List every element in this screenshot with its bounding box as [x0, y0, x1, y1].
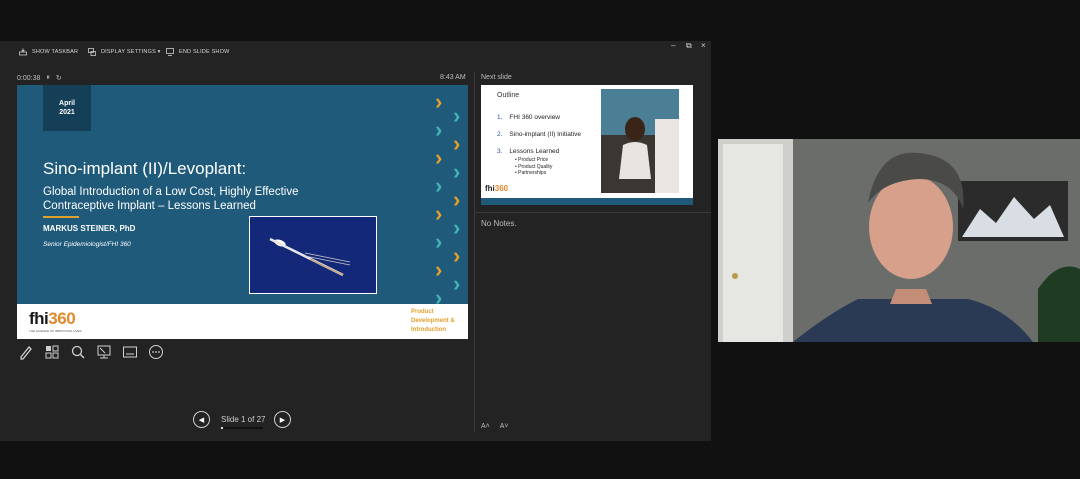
end-show-icon [166, 48, 174, 56]
notes-divider [475, 212, 711, 213]
display-icon [88, 48, 96, 56]
slide-counter[interactable]: Slide 1 of 27 [221, 415, 265, 424]
chevron-icon: › [435, 89, 443, 114]
chevron-icon: › [435, 201, 443, 226]
pointer-screen-icon[interactable] [96, 344, 112, 360]
chevron-icon: › [435, 229, 443, 254]
logo-fhi: fhi [29, 309, 49, 328]
presenter-tools [18, 344, 164, 360]
slide-rule [43, 216, 79, 218]
girl-photo [601, 89, 679, 193]
display-settings-button[interactable]: DISPLAY SETTINGS ▾ [88, 48, 161, 56]
outline-subitems: • Product Price • Product Quality • Part… [515, 157, 581, 177]
next-slide-logo: fhi360 [485, 184, 508, 193]
chevron-icon: › [453, 187, 461, 212]
next-slide-photo [601, 89, 679, 193]
slide-date-year: 2021 [59, 109, 75, 116]
slide-progress-fill [221, 427, 223, 429]
slide-author: MARKUS STEINER, PhD [43, 224, 136, 233]
chevron-icon: › [453, 243, 461, 268]
fhi360-logo: fhi360 [29, 309, 76, 329]
outline-num: 1. [497, 114, 503, 121]
slide-date-box: April 2021 [43, 85, 91, 131]
show-taskbar-label: SHOW TASKBAR [32, 49, 79, 55]
reset-timer-icon[interactable]: ↻ [56, 74, 62, 82]
next-slide-title: Outline [497, 92, 520, 99]
implant-photo [249, 216, 377, 294]
slides-grid-icon[interactable] [44, 344, 60, 360]
pause-timer-icon[interactable]: ⏸ [46, 74, 50, 82]
outline-text: Sino-implant (II) Initiative [509, 131, 581, 138]
show-taskbar-button[interactable]: SHOW TASKBAR [19, 48, 78, 56]
presenter-view: SHOW TASKBAR DISPLAY SETTINGS ▾ END SLID… [0, 41, 711, 441]
outline-num: 2. [497, 131, 503, 138]
slide-navigation: ◀ Slide 1 of 27 ▶ [186, 411, 306, 431]
chevron-icon: › [435, 285, 443, 310]
end-slide-show-button[interactable]: END SLIDE SHOW [166, 48, 229, 56]
timer-elapsed: 0:00:38 [17, 74, 41, 82]
ns-logo-fhi: fhi [485, 184, 495, 193]
next-slide-outline: 1. FHI 360 overview 2. Sino-implant (II) I… [497, 113, 581, 181]
chevron-icon: › [435, 257, 443, 282]
ns-logo-360: 360 [494, 184, 509, 193]
clock: 8:43 AM [440, 74, 466, 81]
outline-item: 3. Lessons Learned [497, 147, 581, 156]
current-slide[interactable]: April 2021 Sino-implant (II)/Levoplant: … [17, 85, 468, 339]
implant-image [250, 217, 376, 293]
speaker-video [718, 139, 1080, 342]
next-slide-footer-bar [481, 198, 693, 205]
increase-font-button[interactable]: A˄ [481, 423, 490, 430]
chevron-icon: › [453, 271, 461, 296]
chevron-icon: › [435, 117, 443, 142]
chevron-icon: › [453, 215, 461, 240]
outline-item: 1. FHI 360 overview [497, 113, 581, 122]
slide-title: Sino-implant (II)/Levoplant: [43, 159, 247, 178]
next-slide-preview[interactable]: Outline 1. FHI 360 overview 2. Sino-implan… [481, 85, 693, 205]
restore-button[interactable]: ⧉ [686, 41, 692, 51]
pane-divider[interactable] [474, 72, 475, 432]
subtitles-icon[interactable] [122, 344, 138, 360]
outline-num: 3. [497, 148, 503, 155]
next-slide-button[interactable]: ▶ [274, 411, 291, 428]
outline-text: Lessons Learned [509, 148, 560, 155]
taskbar-icon [19, 48, 27, 56]
speaker-notes[interactable]: No Notes. [481, 219, 517, 228]
chevron-icon: › [453, 159, 461, 184]
previous-slide-button[interactable]: ◀ [193, 411, 210, 428]
decrease-font-button[interactable]: A˅ [500, 423, 509, 430]
chevron-icon: › [453, 103, 461, 128]
display-settings-label: DISPLAY SETTINGS ▾ [101, 49, 161, 55]
slide-date-month: April [59, 100, 75, 107]
zoom-icon[interactable] [70, 344, 86, 360]
chevron-icon: › [453, 131, 461, 156]
slide-footer-text: Product Development & Introduction [411, 309, 455, 333]
outline-text: FHI 360 overview [509, 114, 560, 121]
end-slide-show-label: END SLIDE SHOW [179, 49, 230, 55]
logo-tagline: THE SCIENCE OF IMPROVING LIVES [29, 329, 82, 333]
slide-footer: fhi360 THE SCIENCE OF IMPROVING LIVES Pr… [17, 304, 468, 339]
font-size-controls: A˄ A˅ [481, 423, 509, 430]
minimize-button[interactable]: – [671, 41, 675, 50]
close-button[interactable]: × [701, 41, 706, 50]
top-toolbar: SHOW TASKBAR DISPLAY SETTINGS ▾ END SLID… [0, 41, 711, 63]
logo-360: 360 [48, 309, 76, 328]
slide-subtitle: Global Introduction of a Low Cost, Highl… [43, 186, 299, 212]
slide-progress-bar [221, 427, 263, 429]
outline-subitem: • Partnerships [515, 170, 547, 176]
speaker-video-frame [718, 139, 1080, 342]
next-slide-label: Next slide [481, 74, 512, 81]
pen-icon[interactable] [18, 344, 34, 360]
timer: 0:00:38 ⏸ ↻ [17, 74, 62, 82]
more-options-icon[interactable] [148, 344, 164, 360]
chevron-icon: › [435, 173, 443, 198]
slide-author-role: Senior Epidemiologist/FHI 360 [43, 241, 131, 248]
chevron-icon: › [435, 145, 443, 170]
outline-item: 2. Sino-implant (II) Initiative [497, 130, 581, 139]
